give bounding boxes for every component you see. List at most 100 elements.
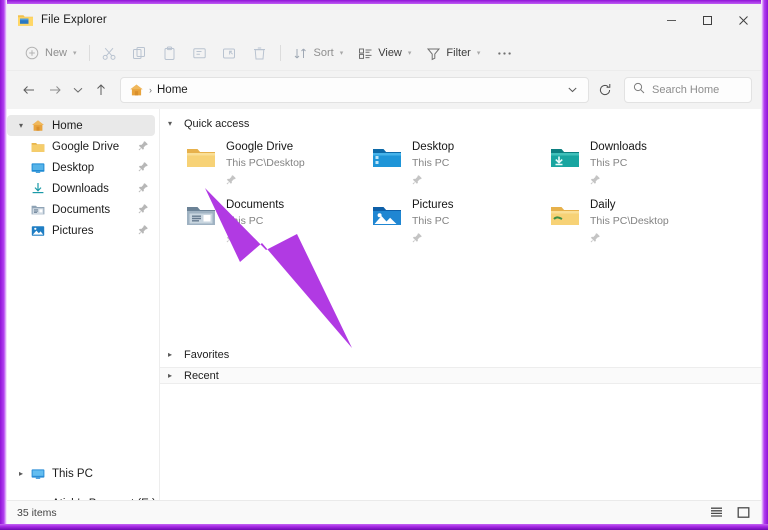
forward-button[interactable]: [42, 77, 68, 103]
tile-subtitle: This PC: [412, 157, 450, 169]
tile-desktop[interactable]: Desktop This PC: [371, 140, 549, 186]
pin-icon[interactable]: [138, 161, 149, 172]
pin-icon[interactable]: [226, 172, 237, 185]
navigation-pane: ▾ Home Google Drive Desktop Downloads Do…: [7, 109, 159, 500]
chevron-down-icon[interactable]: ▾: [168, 119, 177, 128]
filter-button-label: Filter: [446, 47, 471, 59]
pin-icon[interactable]: [138, 140, 149, 151]
sidebar-item-atish-passport[interactable]: ▸ Atish's Passport (E:): [7, 493, 159, 501]
pin-icon[interactable]: [226, 230, 237, 243]
toolbar-divider-2: [279, 45, 281, 61]
favorites-header[interactable]: ▸ Favorites: [160, 345, 229, 364]
back-button[interactable]: [16, 77, 42, 103]
sidebar-item-this-pc[interactable]: ▸ This PC: [7, 463, 159, 484]
chevron-right-icon[interactable]: ▸: [168, 371, 177, 380]
pin-icon[interactable]: [412, 172, 423, 185]
pin-icon[interactable]: [412, 230, 423, 243]
breadcrumb-current: Home: [157, 84, 188, 96]
trash-icon: [252, 45, 268, 61]
download-icon: [29, 182, 46, 195]
share-button[interactable]: [215, 40, 245, 67]
cut-button[interactable]: [95, 40, 125, 67]
desktop-folder-icon: [371, 142, 403, 174]
desktop-icon: [29, 162, 46, 174]
delete-button[interactable]: [245, 40, 275, 67]
tile-pictures[interactable]: Pictures This PC: [371, 198, 549, 244]
details-view-icon[interactable]: [709, 505, 724, 520]
sidebar-item-desktop[interactable]: Desktop: [7, 157, 159, 178]
quick-access-header[interactable]: ▾ Quick access: [160, 114, 761, 133]
folder-yellow-icon: [549, 200, 581, 232]
sidebar-item-pictures[interactable]: Pictures: [7, 220, 159, 241]
item-count: 35 items: [17, 506, 57, 519]
sidebar-item-home[interactable]: ▾ Home: [7, 115, 155, 136]
chevron-down-icon: ▾: [339, 50, 344, 57]
tile-meta: Pictures This PC: [412, 198, 454, 244]
chevron-right-icon[interactable]: ▸: [168, 350, 177, 359]
chevron-down-icon[interactable]: ▾: [13, 121, 29, 130]
sidebar-item-downloads[interactable]: Downloads: [7, 178, 159, 199]
maximize-button[interactable]: [689, 4, 725, 36]
folder-yellow-icon: [185, 142, 217, 174]
large-icons-view-icon[interactable]: [736, 505, 751, 520]
view-button[interactable]: View ▾: [350, 40, 418, 67]
folder-icon: [17, 12, 34, 28]
sidebar-item-label: Pictures: [52, 224, 94, 237]
more-button[interactable]: [487, 40, 521, 67]
close-button[interactable]: [725, 4, 761, 36]
filter-button[interactable]: Filter ▾: [418, 40, 487, 67]
tile-title: Downloads: [590, 141, 647, 153]
tile-daily[interactable]: Daily This PC\Desktop: [549, 198, 761, 244]
pin-icon[interactable]: [138, 224, 149, 235]
sort-icon: [293, 45, 309, 61]
search-input[interactable]: Search Home: [624, 77, 752, 103]
view-icon: [357, 45, 373, 61]
pin-icon[interactable]: [590, 230, 601, 243]
share-icon: [222, 45, 238, 61]
search-icon: [633, 81, 645, 99]
tile-title: Desktop: [412, 141, 455, 153]
tile-title: Documents: [226, 199, 285, 211]
status-bar: 35 items: [7, 500, 761, 524]
chevron-right-icon[interactable]: ▸: [13, 469, 29, 478]
tile-title: Pictures: [412, 199, 454, 211]
tile-subtitle: This PC\Desktop: [226, 157, 305, 169]
content-pane: ▾ Quick access Google Drive This PC\Desk…: [159, 109, 761, 500]
sort-button-label: Sort: [313, 47, 334, 59]
command-toolbar: New ▾ Sort ▾ View ▾ Filter ▾: [7, 36, 761, 71]
recent-header[interactable]: ▸ Recent: [160, 367, 761, 384]
tile-downloads[interactable]: Downloads This PC: [549, 140, 761, 186]
pin-icon[interactable]: [138, 203, 149, 214]
pin-icon[interactable]: [590, 172, 601, 185]
recent-label: Recent: [184, 369, 219, 382]
view-mode-buttons: [709, 505, 751, 520]
paste-button[interactable]: [155, 40, 185, 67]
refresh-button[interactable]: [590, 77, 620, 103]
purple-border-left: [0, 0, 7, 530]
minimize-button[interactable]: [653, 4, 689, 36]
quick-access-grid: Google Drive This PC\Desktop Desktop Thi…: [160, 133, 761, 244]
new-button[interactable]: New ▾: [17, 40, 84, 67]
up-button[interactable]: [88, 77, 114, 103]
tile-documents[interactable]: Documents This PC: [185, 198, 371, 244]
chevron-down-icon[interactable]: [567, 84, 580, 97]
documents-icon: [29, 204, 46, 216]
rename-button[interactable]: [185, 40, 215, 67]
plus-circle-icon: [24, 45, 40, 61]
recent-locations-button[interactable]: [68, 77, 88, 103]
tile-google-drive[interactable]: Google Drive This PC\Desktop: [185, 140, 371, 186]
sort-button[interactable]: Sort ▾: [286, 40, 351, 67]
title-bar: File Explorer: [7, 4, 761, 36]
sidebar-item-google-drive[interactable]: Google Drive: [7, 136, 159, 157]
favorites-label: Favorites: [184, 348, 230, 361]
chevron-right-icon[interactable]: ▸: [13, 499, 29, 500]
purple-border-bottom: [0, 524, 768, 530]
pin-icon[interactable]: [138, 182, 149, 193]
pictures-icon: [29, 225, 46, 237]
window-title: File Explorer: [41, 14, 107, 26]
sidebar-item-documents[interactable]: Documents: [7, 199, 159, 220]
breadcrumb[interactable]: › Home: [120, 77, 589, 103]
tile-meta: Documents This PC: [226, 198, 284, 244]
sidebar-item-label: Home: [52, 119, 83, 132]
copy-button[interactable]: [125, 40, 155, 67]
